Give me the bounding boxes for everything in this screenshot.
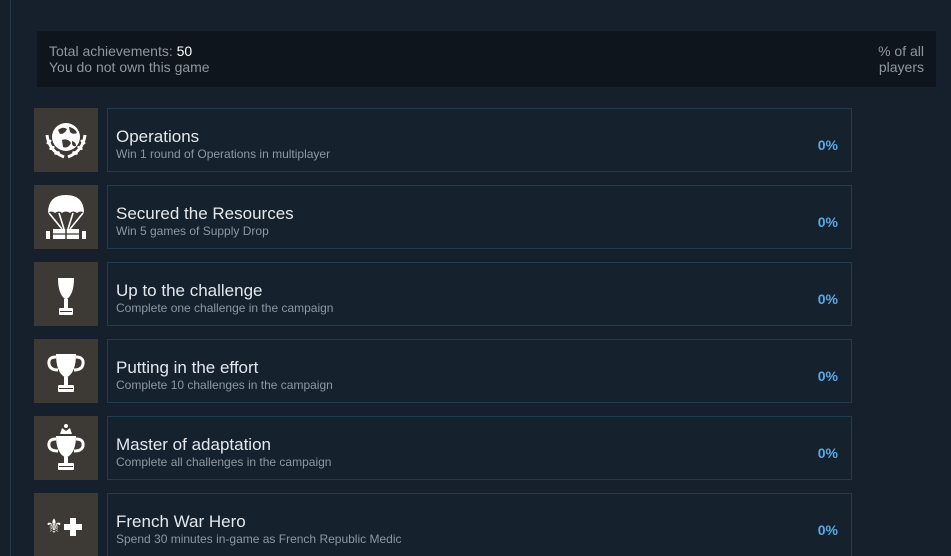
achievement-row[interactable]: ⚜ French War Hero Spend 30 minutes in-ga… [34, 493, 951, 556]
achievement-icon-frame [34, 416, 98, 480]
achievement-description: Complete 10 challenges in the campaign [116, 378, 333, 392]
achievement-unlock-percent: 0% [817, 137, 838, 153]
trophy-icon [47, 354, 85, 392]
achievement-title: Secured the Resources [116, 204, 294, 223]
achievement-unlock-percent: 0% [817, 368, 838, 384]
achievement-title: Operations [116, 127, 200, 146]
achievement-title: French War Hero [116, 512, 246, 531]
percent-header-line2: players [878, 59, 924, 75]
parachute-crate-icon [46, 195, 86, 239]
total-achievements: Total achievements: 50 [49, 43, 192, 59]
ownership-note: You do not own this game [49, 59, 210, 75]
percent-header-line1: % of all [878, 43, 924, 59]
achievement-unlock-percent: 0% [817, 522, 838, 538]
percent-column-header: % of all players [878, 43, 924, 75]
achievement-description: Win 5 games of Supply Drop [116, 224, 269, 238]
achievement-unlock-percent: 0% [817, 445, 838, 461]
crowned-trophy-icon [47, 424, 85, 470]
achievement-row[interactable]: Putting in the effort Complete 10 challe… [34, 339, 951, 403]
achievements-page: Total achievements: 50 You do not own th… [0, 0, 951, 556]
achievement-description: Complete one challenge in the campaign [116, 301, 334, 315]
small-trophy-icon [58, 278, 74, 315]
achievement-details: Operations Win 1 round of Operations in … [107, 108, 852, 172]
achievement-details: Up to the challenge Complete one challen… [107, 262, 852, 326]
fleur-de-lis-cross-icon: ⚜ [45, 514, 82, 538]
achievement-description: Complete all challenges in the campaign [116, 455, 332, 469]
achievement-description: Spend 30 minutes in-game as French Repub… [116, 532, 402, 546]
achievement-icon-frame [34, 108, 98, 172]
achievement-row[interactable]: Up to the challenge Complete one challen… [34, 262, 951, 326]
achievements-summary: Total achievements: 50 You do not own th… [37, 31, 936, 87]
svg-text:⚜: ⚜ [45, 514, 63, 538]
achievement-icon-frame [34, 339, 98, 403]
achievement-details: French War Hero Spend 30 minutes in-game… [107, 493, 852, 556]
achievement-unlock-percent: 0% [817, 291, 838, 307]
total-achievements-label: Total achievements: [49, 43, 173, 59]
left-divider [10, 0, 11, 556]
achievement-icon-frame: ⚜ [34, 493, 98, 556]
achievement-unlock-percent: 0% [817, 214, 838, 230]
achievement-title: Up to the challenge [116, 281, 263, 300]
achievement-icon-frame [34, 262, 98, 326]
achievement-details: Putting in the effort Complete 10 challe… [107, 339, 852, 403]
achievement-icon-frame [34, 185, 98, 249]
achievement-description: Win 1 round of Operations in multiplayer [116, 147, 331, 161]
achievement-details: Secured the Resources Win 5 games of Sup… [107, 185, 852, 249]
achievement-title: Master of adaptation [116, 435, 271, 454]
achievement-row[interactable]: Secured the Resources Win 5 games of Sup… [34, 185, 951, 249]
total-achievements-count: 50 [176, 43, 193, 59]
achievement-row[interactable]: Master of adaptation Complete all challe… [34, 416, 951, 480]
achievement-title: Putting in the effort [116, 358, 259, 377]
globe-laurel-icon [45, 123, 87, 159]
achievement-row[interactable]: Operations Win 1 round of Operations in … [34, 108, 951, 172]
achievement-details: Master of adaptation Complete all challe… [107, 416, 852, 480]
